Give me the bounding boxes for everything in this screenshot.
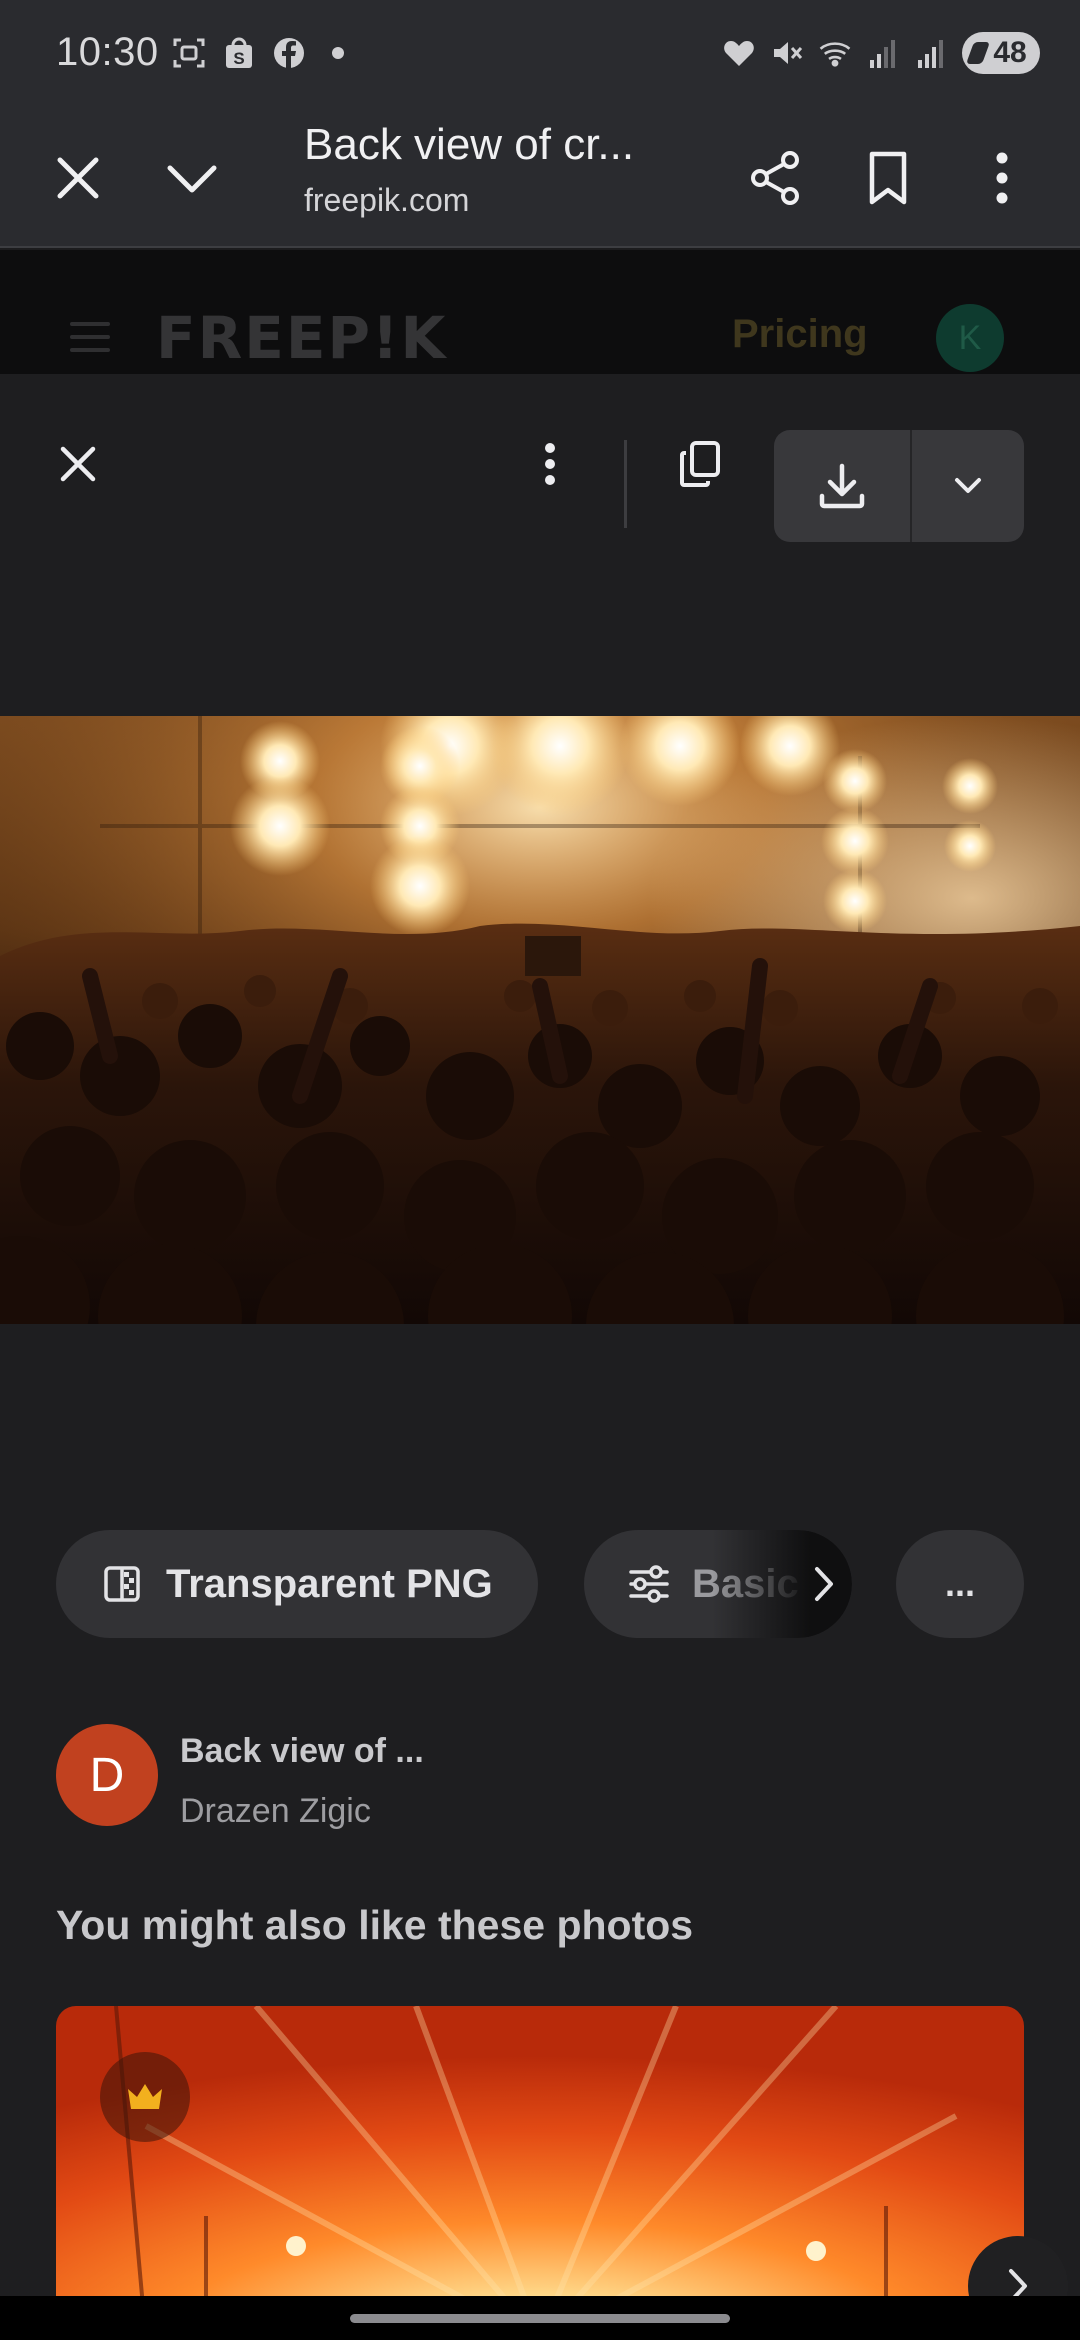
basic-edit-chip[interactable]: Basic <box>584 1530 852 1638</box>
signal-icon <box>866 36 900 70</box>
crown-icon <box>128 2084 162 2109</box>
site-logo: FREEP!K <box>156 304 448 372</box>
pricing-link[interactable]: Pricing <box>732 312 868 357</box>
concert-crowd-photo[interactable] <box>0 716 1080 1324</box>
battery-indicator: 48 <box>962 32 1040 74</box>
mute-icon <box>770 36 804 70</box>
related-photo <box>56 2006 1024 2340</box>
navigation-bar <box>0 2296 1080 2340</box>
notification-icons: S <box>172 36 344 70</box>
custom-tab-toolbar: Back view of cr... freepik.com <box>0 110 1080 248</box>
scroll-chips-button[interactable] <box>804 1560 844 1608</box>
photo-title: Back view of ... <box>180 1732 424 1770</box>
more-vertical-icon <box>545 443 555 485</box>
author-avatar[interactable]: D <box>56 1724 158 1826</box>
more-notifications-dot <box>332 47 344 59</box>
chevron-down-icon <box>955 478 981 493</box>
home-gesture-handle[interactable] <box>350 2314 730 2323</box>
wifi-icon <box>818 36 852 70</box>
overflow-menu-button[interactable] <box>962 138 1042 218</box>
system-icons: 48 <box>722 32 1040 74</box>
close-icon <box>60 446 96 482</box>
download-options-button[interactable] <box>912 430 1024 542</box>
close-viewer-button[interactable] <box>38 424 118 504</box>
transparent-png-chip[interactable]: Transparent PNG <box>56 1530 538 1638</box>
screenshot-icon <box>172 36 206 70</box>
bookmark-icon <box>869 151 907 205</box>
shop-icon: S <box>222 36 256 70</box>
copy-button[interactable] <box>660 424 740 504</box>
more-options-chip[interactable]: ... <box>896 1530 1024 1638</box>
minimize-tab-button[interactable] <box>152 138 232 218</box>
site-header: FREEP!K Pricing K <box>0 250 1080 374</box>
download-button[interactable] <box>774 430 910 542</box>
status-bar: 10:30 S 48 <box>0 0 1080 110</box>
close-icon <box>57 157 99 199</box>
related-photo-card[interactable] <box>56 2006 1024 2340</box>
premium-badge <box>100 2052 190 2142</box>
sliders-icon <box>629 1565 669 1603</box>
download-icon <box>819 463 865 509</box>
share-button[interactable] <box>736 138 816 218</box>
bookmark-button[interactable] <box>848 138 928 218</box>
transparent-png-label: Transparent PNG <box>166 1561 493 1606</box>
facebook-icon <box>272 36 306 70</box>
chevron-right-icon <box>815 1567 833 1601</box>
copy-icon <box>680 441 720 487</box>
hamburger-menu-icon[interactable] <box>70 322 110 361</box>
status-time: 10:30 <box>56 30 159 74</box>
transparent-background-icon <box>104 1566 140 1602</box>
close-tab-button[interactable] <box>38 138 118 218</box>
signal-icon <box>914 36 948 70</box>
svg-text:S: S <box>233 49 244 68</box>
heart-icon <box>722 36 756 70</box>
share-icon <box>751 151 799 205</box>
user-avatar[interactable]: K <box>936 304 1004 372</box>
more-vertical-icon <box>996 152 1008 204</box>
toolbar-divider <box>624 440 627 528</box>
viewer-more-button[interactable] <box>510 424 590 504</box>
chevron-down-icon <box>167 165 217 193</box>
page-title: Back view of cr... <box>304 120 635 169</box>
related-section-title: You might also like these photos <box>56 1902 694 1948</box>
page-url: freepik.com <box>304 182 470 218</box>
author-name[interactable]: Drazen Zigic <box>180 1792 371 1831</box>
download-button-group <box>774 430 1024 542</box>
